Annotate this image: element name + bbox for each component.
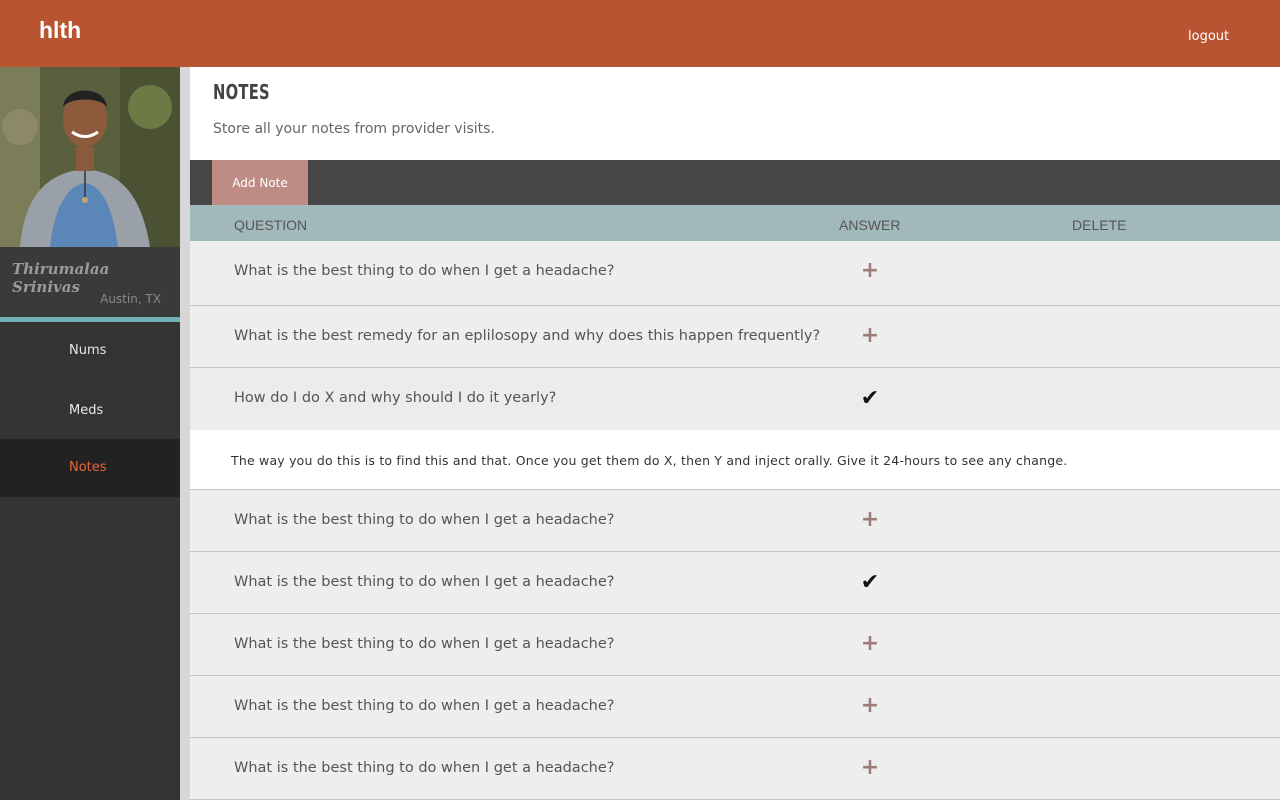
avatar [0, 67, 180, 247]
profile-card: Thirumalaa Srinivas Austin, TX [0, 247, 180, 317]
plus-icon[interactable]: + [860, 694, 880, 718]
table-row[interactable]: What is the best thing to do when I get … [190, 676, 1280, 738]
logout-link[interactable]: logout [1188, 29, 1229, 44]
sidebar: Thirumalaa Srinivas Austin, TX Nums Meds… [0, 67, 180, 800]
question-text: What is the best thing to do when I get … [234, 636, 615, 652]
plus-icon[interactable]: + [860, 324, 880, 348]
profile-name: Thirumalaa Srinivas [12, 260, 110, 296]
page-title: NOTES [213, 80, 270, 104]
plus-icon[interactable]: + [860, 632, 880, 656]
table-row[interactable]: What is the best remedy for an eplilosop… [190, 306, 1280, 368]
sidebar-item-meds[interactable]: Meds [0, 382, 180, 440]
table-row[interactable]: What is the best thing to do when I get … [190, 552, 1280, 614]
check-icon[interactable]: ✔ [860, 570, 880, 594]
column-header-delete: DELETE [1072, 217, 1127, 233]
table-row[interactable]: What is the best thing to do when I get … [190, 490, 1280, 552]
sidebar-item-label: Nums [69, 343, 107, 358]
main-content: NOTES Store all your notes from provider… [190, 67, 1280, 800]
toolbar: Add Note [190, 160, 1280, 205]
table-row[interactable]: How do I do X and why should I do it yea… [190, 368, 1280, 430]
add-note-button[interactable]: Add Note [212, 160, 308, 205]
table-header: QUESTION ANSWER DELETE [190, 205, 1280, 241]
question-text: What is the best remedy for an eplilosop… [234, 328, 821, 344]
page-subtitle: Store all your notes from provider visit… [213, 121, 495, 137]
sidebar-item-notes[interactable]: Notes [0, 439, 180, 497]
sidebar-item-label: Meds [69, 403, 104, 418]
table-row[interactable]: What is the best thing to do when I get … [190, 614, 1280, 676]
top-bar: hlth logout [0, 0, 1280, 67]
notes-table: What is the best thing to do when I get … [190, 241, 1280, 800]
question-text: What is the best thing to do when I get … [234, 263, 615, 279]
table-row[interactable]: What is the best thing to do when I get … [190, 241, 1280, 306]
profile-location: Austin, TX [100, 292, 161, 306]
brand-logo[interactable]: hlth [39, 17, 81, 44]
answer-panel: The way you do this is to find this and … [190, 430, 1280, 490]
column-header-answer: ANSWER [839, 217, 901, 233]
question-text: What is the best thing to do when I get … [234, 760, 615, 776]
question-text: What is the best thing to do when I get … [234, 698, 615, 714]
table-row[interactable]: What is the best thing to do when I get … [190, 738, 1280, 800]
plus-icon[interactable]: + [860, 756, 880, 780]
question-text: What is the best thing to do when I get … [234, 574, 615, 590]
column-header-question: QUESTION [234, 217, 308, 233]
plus-icon[interactable]: + [860, 259, 880, 283]
check-icon[interactable]: ✔ [860, 386, 880, 410]
plus-icon[interactable]: + [860, 508, 880, 532]
sidebar-item-nums[interactable]: Nums [0, 322, 180, 380]
question-text: How do I do X and why should I do it yea… [234, 390, 557, 406]
answer-text: The way you do this is to find this and … [231, 453, 1068, 468]
sidebar-item-label: Notes [69, 460, 107, 475]
question-text: What is the best thing to do when I get … [234, 512, 615, 528]
